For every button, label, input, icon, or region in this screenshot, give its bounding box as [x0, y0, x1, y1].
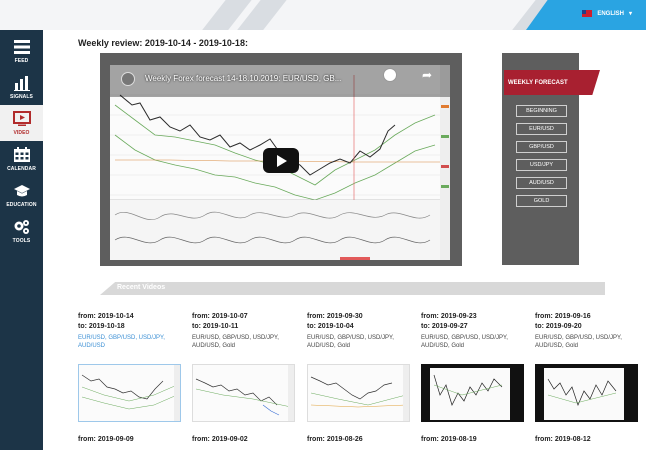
video-card[interactable]: from: 2019-09-16 to: 2019-09-20 EUR/USD,… [535, 312, 641, 422]
video-thumbnail[interactable] [535, 364, 638, 422]
thumbnail-chart [310, 365, 409, 421]
sidebar-item-label: VIDEO [13, 129, 30, 136]
card-from-date: from: 2019-10-07 [192, 313, 248, 320]
card-to-date: to: 2019-09-27 [421, 323, 468, 330]
sidebar-item-education[interactable]: EDUCATION [0, 177, 43, 213]
sidebar-item-tools[interactable]: TOOLS [0, 213, 43, 249]
page: ENGLISH ▾ FEED SIGNALS VIDEO CALENDAR ED… [0, 0, 646, 450]
card-from-date: from: 2019-10-14 [78, 313, 134, 320]
page-title: Weekly review: 2019-10-14 - 2019-10-18: [78, 38, 248, 48]
video-card[interactable]: from: 2019-09-09 [78, 435, 184, 445]
calendar-icon [13, 146, 30, 162]
uk-flag-icon [582, 10, 593, 17]
thumbnail-chart [195, 365, 294, 421]
video-thumbnail[interactable] [78, 364, 181, 422]
card-pairs: EUR/USD, GBP/USD, USD/JPY, AUD/USD, Gold [192, 335, 279, 349]
recent-videos-bar [100, 282, 605, 295]
forecast-button-audusd[interactable]: AUD/USD [516, 177, 567, 189]
video-thumbnail[interactable] [421, 364, 524, 422]
signals-icon [13, 75, 30, 91]
video-card[interactable]: from: 2019-10-07 to: 2019-10-11 EUR/USD,… [192, 312, 298, 422]
forecast-button-beginning[interactable]: BEGINNING [516, 105, 567, 117]
video-thumbnail[interactable] [307, 364, 410, 422]
card-pairs: EUR/USD, GBP/USD, USD/JPY, AUD/USD, Gold [421, 335, 508, 349]
top-bar: ENGLISH ▾ [0, 0, 646, 30]
video-card[interactable]: from: 2019-08-12 [535, 435, 641, 445]
card-to-date: to: 2019-09-20 [535, 323, 582, 330]
video-card[interactable]: from: 2019-10-14 to: 2019-10-18 EUR/USD,… [78, 312, 184, 422]
forecast-button-gbpusd[interactable]: GBP/USD [516, 141, 567, 153]
sidebar-item-label: SIGNALS [10, 93, 33, 100]
sidebar-item-video[interactable]: VIDEO [0, 105, 43, 141]
video-card[interactable]: from: 2019-08-26 [307, 435, 413, 445]
sidebar-item-label: FEED [14, 57, 29, 64]
card-pairs: EUR/USD, GBP/USD, USD/JPY, AUD/USD, Gold [307, 335, 394, 349]
card-to-date: to: 2019-10-11 [192, 323, 239, 330]
play-button[interactable] [263, 148, 299, 173]
sidebar-item-signals[interactable]: SIGNALS [0, 69, 43, 105]
language-label: ENGLISH [597, 10, 624, 17]
recent-videos-label: Recent Videos [117, 284, 166, 291]
video-card[interactable]: from: 2019-09-02 [192, 435, 298, 445]
forecast-button-usdjpy[interactable]: USD/JPY [516, 159, 567, 171]
video-card[interactable]: from: 2019-09-30 to: 2019-10-04 EUR/USD,… [307, 312, 413, 422]
sidebar-item-label: TOOLS [12, 237, 31, 244]
video-thumbnail[interactable] [192, 364, 295, 422]
thumbnail-chart [81, 365, 180, 421]
video-title[interactable]: Weekly Forex forecast 14-18.10.2019: EUR… [145, 74, 341, 83]
channel-avatar[interactable] [121, 72, 135, 86]
chevron-down-icon: ▾ [628, 11, 632, 17]
video-icon [12, 110, 31, 126]
sidebar-item-label: EDUCATION [6, 201, 37, 208]
forecast-button-gold[interactable]: GOLD [516, 195, 567, 207]
card-from-date: from: 2019-08-12 [535, 436, 591, 443]
card-from-date: from: 2019-09-23 [421, 313, 477, 320]
video-card[interactable]: from: 2019-08-19 [421, 435, 527, 445]
sidebar: FEED SIGNALS VIDEO CALENDAR EDUCATION TO… [0, 30, 43, 450]
card-to-date: to: 2019-10-18 [78, 323, 125, 330]
sidebar-item-calendar[interactable]: CALENDAR [0, 141, 43, 177]
forecast-button-eurusd[interactable]: EUR/USD [516, 123, 567, 135]
card-from-date: from: 2019-09-30 [307, 313, 363, 320]
card-from-date: from: 2019-08-19 [421, 436, 477, 443]
card-from-date: from: 2019-09-02 [192, 436, 248, 443]
watch-later-icon[interactable] [383, 68, 397, 82]
feed-icon [13, 39, 30, 54]
share-icon[interactable]: ➦ [422, 68, 432, 82]
card-from-date: from: 2019-09-16 [535, 313, 591, 320]
card-from-date: from: 2019-09-09 [78, 436, 134, 443]
thumbnail-chart [430, 368, 510, 420]
sidebar-item-feed[interactable]: FEED [0, 33, 43, 69]
card-pairs: EUR/USD, GBP/USD, USD/JPY, AUD/USD, Gold [535, 335, 622, 349]
tools-icon [14, 219, 29, 234]
sidebar-item-label: CALENDAR [7, 165, 36, 172]
card-pairs: EUR/USD, GBP/USD, USD/JPY, AUD/USD [78, 335, 165, 349]
weekly-forecast-title: WEEKLY FORECAST [504, 70, 600, 95]
card-to-date: to: 2019-10-04 [307, 323, 354, 330]
thumbnail-chart [544, 368, 624, 420]
education-icon [13, 184, 30, 196]
card-from-date: from: 2019-08-26 [307, 436, 363, 443]
video-card[interactable]: from: 2019-09-23 to: 2019-09-27 EUR/USD,… [421, 312, 527, 422]
